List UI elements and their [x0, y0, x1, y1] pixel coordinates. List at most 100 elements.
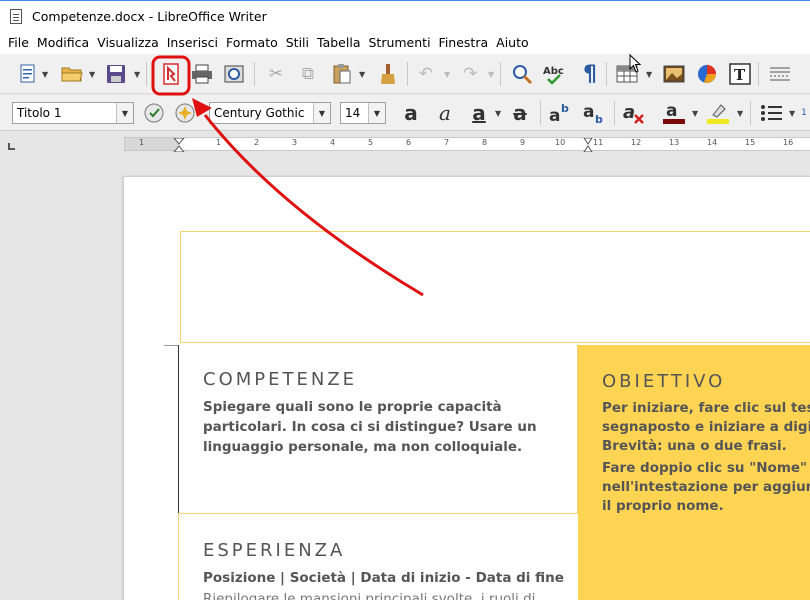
skills-section[interactable]: COMPETENZE Spiegare quali sono le propri… [178, 345, 578, 513]
skills-text[interactable]: Spiegare quali sono le proprie capacità … [203, 397, 573, 457]
numbered-list-icon[interactable]: 1 [798, 100, 810, 126]
document-workspace[interactable]: COMPETENZE Spiegare quali sono le propri… [0, 156, 810, 600]
menu-tabella[interactable]: Tabella [313, 35, 364, 50]
svg-text:Abc: Abc [543, 66, 564, 77]
toolbar-separator [614, 101, 615, 125]
underline-icon[interactable]: a [465, 100, 493, 126]
menu-formato[interactable]: Formato [222, 35, 282, 50]
italic-icon[interactable]: a [431, 100, 459, 126]
menu-visualizza[interactable]: Visualizza [93, 35, 163, 50]
spellcheck-icon[interactable]: Abc [541, 61, 569, 87]
find-replace-icon[interactable] [508, 61, 536, 87]
ruler-label: 1 [216, 138, 222, 147]
skills-title[interactable]: COMPETENZE [203, 369, 357, 390]
save-dropdown-icon[interactable]: ▼ [134, 61, 142, 87]
menu-stili[interactable]: Stili [282, 35, 313, 50]
ruler-label: 16 [783, 138, 794, 147]
menu-modifica[interactable]: Modifica [33, 35, 93, 50]
undo-icon[interactable]: ↶ [412, 61, 440, 87]
insert-textbox-icon[interactable]: T [726, 61, 754, 87]
indent-marker-icon[interactable] [173, 138, 185, 152]
insert-chart-icon[interactable] [693, 61, 721, 87]
menu-inserisci[interactable]: Inserisci [163, 35, 222, 50]
bullet-list-icon[interactable] [758, 100, 786, 126]
undo-dropdown-icon[interactable]: ▼ [444, 61, 452, 87]
underline-dropdown-icon[interactable]: ▼ [495, 100, 503, 126]
insert-page-break-icon[interactable] [766, 61, 794, 87]
objective-text[interactable]: Per iniziare, fare clic sul testo segnap… [602, 399, 810, 516]
header-frame[interactable] [180, 231, 810, 343]
update-style-icon[interactable] [140, 100, 168, 126]
superscript-icon[interactable]: ab [547, 100, 575, 126]
font-name-select[interactable]: Century Gothic ▼ [209, 102, 331, 124]
print-direct-icon[interactable] [188, 61, 216, 87]
chevron-down-icon[interactable]: ▼ [313, 103, 330, 123]
objective-title[interactable]: OBIETTIVO [602, 371, 725, 392]
highlight-dropdown-icon[interactable]: ▼ [737, 100, 745, 126]
ruler-label: 12 [631, 138, 642, 147]
insert-image-icon[interactable] [660, 61, 688, 87]
save-disk-icon[interactable] [102, 61, 130, 87]
clear-formatting-icon[interactable]: a [621, 100, 649, 126]
ruler-label: 6 [406, 138, 412, 147]
ruler-area: 1 1 2 3 4 5 6 7 8 9 10 11 12 13 14 15 16 [0, 132, 810, 156]
font-size-select[interactable]: 14 ▼ [340, 102, 386, 124]
ruler-label: 14 [707, 138, 718, 147]
horizontal-ruler[interactable]: 1 1 2 3 4 5 6 7 8 9 10 11 12 13 14 15 16 [124, 137, 810, 152]
ruler-label: 10 [555, 138, 566, 147]
highlight-color-icon[interactable] [704, 100, 732, 126]
right-indent-marker-icon[interactable] [583, 138, 593, 152]
chevron-down-icon[interactable]: ▼ [116, 103, 133, 123]
window-title: Competenze.docx - LibreOffice Writer [32, 8, 267, 24]
experience-section[interactable]: ESPERIENZA Posizione | Società | Data di… [178, 513, 578, 600]
toolbar-separator [606, 62, 607, 86]
svg-text:a: a [666, 101, 677, 121]
new-style-icon[interactable] [171, 100, 199, 126]
toolbar-separator [407, 62, 408, 86]
menu-finestra[interactable]: Finestra [435, 35, 493, 50]
skills-text-line: particolari. In cosa ci si distingue? Us… [203, 419, 537, 435]
ruler-label: 15 [745, 138, 756, 147]
experience-position-line[interactable]: Posizione | Società | Data di inizio - D… [203, 568, 564, 588]
ruler-label: 9 [520, 138, 526, 147]
formatting-marks-icon[interactable]: ¶ [576, 61, 604, 87]
menu-strumenti[interactable]: Strumenti [364, 35, 434, 50]
ruler-label: 5 [368, 138, 374, 147]
open-dropdown-icon[interactable]: ▼ [89, 61, 97, 87]
chevron-down-icon[interactable]: ▼ [368, 103, 385, 123]
toolbar-separator [500, 62, 501, 86]
strikethrough-icon[interactable]: a [506, 100, 534, 126]
font-color-dropdown-icon[interactable]: ▼ [692, 100, 700, 126]
tab-type-icon[interactable] [8, 143, 15, 150]
cut-icon[interactable]: ✂ [262, 61, 290, 87]
new-document-icon[interactable] [14, 61, 42, 87]
open-folder-icon[interactable] [58, 61, 86, 87]
redo-dropdown-icon[interactable]: ▼ [488, 61, 496, 87]
toolbar-separator [146, 62, 147, 86]
bold-icon[interactable]: a [397, 100, 425, 126]
clone-formatting-icon[interactable] [374, 61, 402, 87]
skills-text-line: linguaggio personale, ma non colloquiale… [203, 439, 523, 455]
print-preview-icon[interactable] [220, 61, 248, 87]
paste-icon[interactable] [328, 61, 356, 87]
document-page[interactable]: COMPETENZE Spiegare quali sono le propri… [123, 176, 810, 600]
subscript-icon[interactable]: ab [581, 100, 609, 126]
menu-file[interactable]: File [4, 35, 33, 50]
font-size-value: 14 [345, 106, 361, 120]
bullet-dropdown-icon[interactable]: ▼ [789, 100, 797, 126]
menu-aiuto[interactable]: Aiuto [492, 35, 533, 50]
paragraph-style-select[interactable]: Titolo 1 ▼ [12, 102, 134, 124]
table-dropdown-icon[interactable]: ▼ [646, 61, 654, 87]
ruler-label: 2 [254, 138, 260, 147]
experience-title[interactable]: ESPERIENZA [203, 540, 345, 561]
new-dropdown-icon[interactable]: ▼ [42, 61, 50, 87]
export-pdf-icon[interactable] [157, 61, 185, 87]
paste-dropdown-icon[interactable]: ▼ [359, 61, 367, 87]
copy-icon[interactable]: ⧉ [294, 61, 322, 87]
font-color-icon[interactable]: a [660, 100, 688, 126]
objective-section[interactable]: OBIETTIVO Per iniziare, fare clic sul te… [578, 345, 810, 600]
title-bar: Competenze.docx - LibreOffice Writer [0, 0, 810, 31]
redo-icon[interactable]: ↷ [456, 61, 484, 87]
experience-description-line[interactable]: Riepilogare le mansioni principali svolt… [203, 589, 535, 600]
ruler-label: 13 [669, 138, 680, 147]
